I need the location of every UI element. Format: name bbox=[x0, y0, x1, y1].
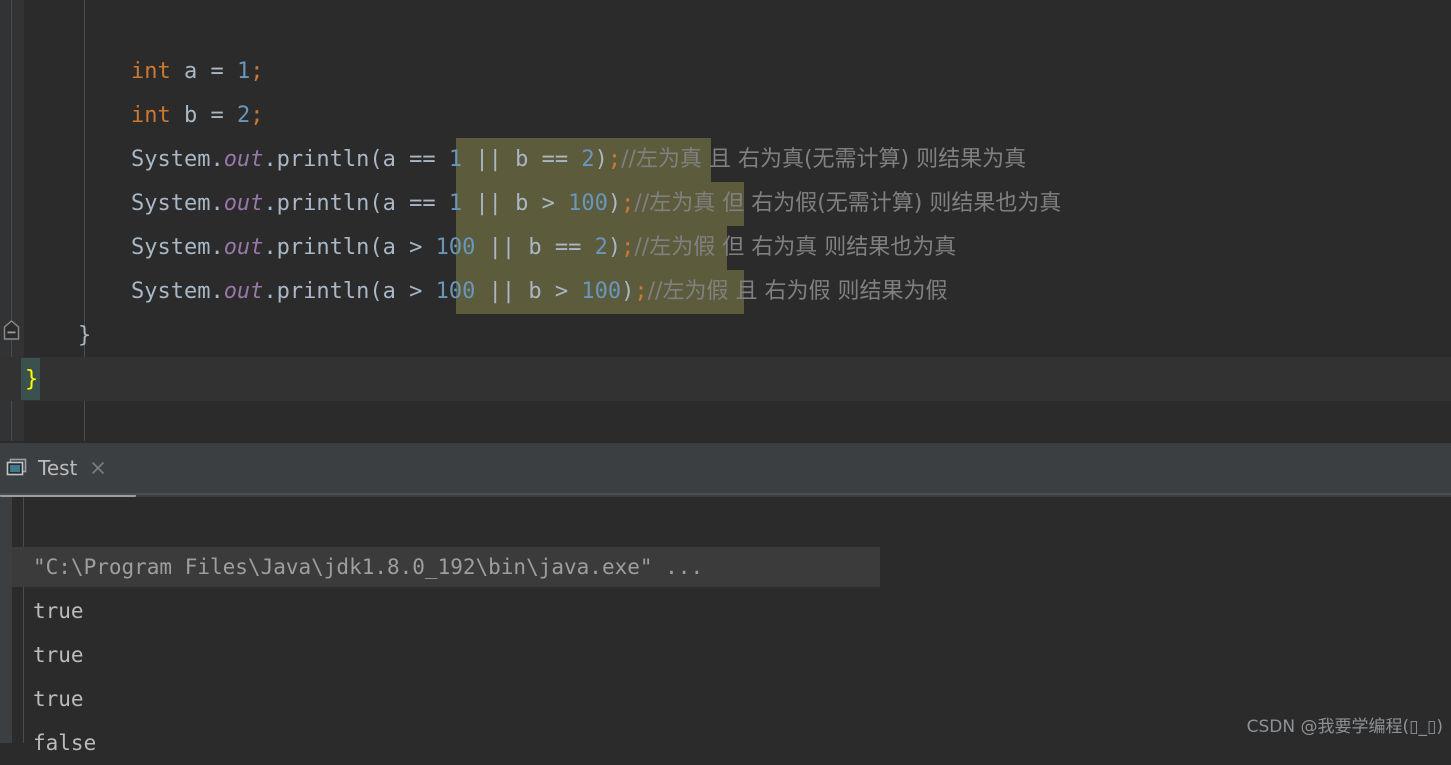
code-token: ) bbox=[621, 279, 635, 304]
code-token: == bbox=[409, 147, 449, 172]
code-token: //左为假 且 右为假 则结果为假 bbox=[647, 279, 948, 304]
run-tab-bar: Test bbox=[0, 443, 1451, 498]
code-token: b bbox=[528, 279, 555, 304]
code-line[interactable]: System.out.println(a == 1 || b == 2);//左… bbox=[0, 138, 1451, 182]
code-token: 1 bbox=[448, 191, 463, 216]
code-token: ) bbox=[607, 191, 622, 216]
console-gutter-divider bbox=[23, 497, 24, 743]
code-token: .println( bbox=[263, 191, 383, 216]
code-token: = bbox=[210, 59, 237, 84]
console-command-line: "C:\Program Files\Java\jdk1.8.0_192\bin\… bbox=[33, 555, 704, 579]
code-token: System. bbox=[130, 235, 224, 260]
code-token: System. bbox=[130, 191, 224, 216]
code-token: > bbox=[554, 279, 582, 304]
code-line-text: int b = 2; bbox=[25, 94, 264, 138]
run-tab-test[interactable]: Test bbox=[0, 443, 107, 493]
code-token: } bbox=[77, 323, 92, 348]
code-token: b bbox=[515, 191, 542, 216]
code-line-text: System.out.println(a > 100 || b == 2);//… bbox=[25, 226, 956, 270]
code-token: > bbox=[541, 191, 569, 216]
code-line-text: System.out.println(a > 100 || b > 100);/… bbox=[25, 270, 947, 314]
code-token: b bbox=[528, 235, 555, 260]
code-line-text: System.out.println(a == 1 || b > 100);//… bbox=[25, 182, 1061, 226]
code-token: > bbox=[409, 279, 436, 304]
code-token: .println( bbox=[263, 235, 383, 260]
tabbar-bottom-rule bbox=[0, 493, 1451, 495]
code-token: out bbox=[223, 235, 264, 260]
code-token: } bbox=[25, 367, 39, 392]
code-token: out bbox=[223, 191, 264, 216]
code-token: == bbox=[541, 147, 582, 172]
code-token: ; bbox=[634, 279, 648, 304]
code-token: a bbox=[382, 147, 410, 172]
console-output[interactable]: "C:\Program Files\Java\jdk1.8.0_192\bin\… bbox=[0, 497, 1451, 755]
console-output-line: false bbox=[33, 731, 97, 755]
code-line-text: } bbox=[25, 314, 91, 358]
code-token: == bbox=[409, 191, 449, 216]
code-token: 2 bbox=[594, 235, 608, 260]
code-token: System. bbox=[130, 279, 224, 304]
code-line[interactable]: int a = 1; bbox=[0, 50, 1451, 94]
code-token: .println( bbox=[263, 279, 383, 304]
code-token: || bbox=[462, 191, 516, 216]
code-token: //左为假 但 右为真 则结果也为真 bbox=[634, 235, 957, 260]
code-token: || bbox=[475, 279, 529, 304]
code-token: || bbox=[462, 147, 516, 172]
code-token: ) bbox=[607, 235, 622, 260]
code-line[interactable]: System.out.println(a > 100 || b > 100);/… bbox=[0, 270, 1451, 314]
code-token: ; bbox=[250, 103, 264, 128]
code-token: = bbox=[210, 103, 237, 128]
code-token: int bbox=[130, 103, 171, 128]
code-lines-container[interactable]: int a = 1; int b = 2; System.out.println… bbox=[0, 0, 1451, 441]
code-token: 1 bbox=[448, 147, 463, 172]
code-token: out bbox=[223, 147, 264, 172]
code-line-text: System.out.println(a == 1 || b == 2);//左… bbox=[25, 138, 1026, 182]
code-token: out bbox=[223, 279, 264, 304]
ide-window: int a = 1; int b = 2; System.out.println… bbox=[0, 0, 1451, 755]
code-token: 2 bbox=[581, 147, 595, 172]
code-token: int bbox=[130, 59, 171, 84]
code-line[interactable]: int b = 2; bbox=[0, 94, 1451, 138]
code-token: .println( bbox=[263, 147, 383, 172]
code-token: 100 bbox=[581, 279, 622, 304]
code-token: || bbox=[475, 235, 529, 260]
code-token: 100 bbox=[435, 235, 476, 260]
code-token: a bbox=[170, 59, 211, 84]
code-token: System. bbox=[130, 147, 224, 172]
code-token: 1 bbox=[236, 59, 251, 84]
code-token: ; bbox=[621, 191, 635, 216]
code-token: ; bbox=[621, 235, 635, 260]
code-line-text: } bbox=[25, 358, 38, 402]
console-output-line: true bbox=[33, 643, 84, 667]
code-token: b bbox=[515, 147, 542, 172]
run-tab-label: Test bbox=[38, 456, 78, 480]
run-tool-window: Test "C:\Program Files\Java\jdk1.8.0_192… bbox=[0, 441, 1451, 755]
code-line[interactable]: System.out.println(a == 1 || b > 100);//… bbox=[0, 182, 1451, 226]
code-token: a bbox=[382, 191, 410, 216]
code-editor[interactable]: int a = 1; int b = 2; System.out.println… bbox=[0, 0, 1451, 441]
code-token: > bbox=[409, 235, 436, 260]
code-line-text: int a = 1; bbox=[25, 50, 264, 94]
console-gutter bbox=[0, 497, 12, 743]
code-token: == bbox=[554, 235, 595, 260]
code-token: b bbox=[170, 103, 211, 128]
code-token: 2 bbox=[236, 103, 251, 128]
code-token: ) bbox=[594, 147, 608, 172]
csdn-watermark: CSDN @我要学编程(▯_▯) bbox=[1246, 717, 1443, 737]
console-output-line: true bbox=[33, 687, 84, 711]
code-token: 100 bbox=[435, 279, 476, 304]
code-line[interactable]: } bbox=[0, 314, 1451, 358]
console-output-line: true bbox=[33, 599, 84, 623]
code-token: 100 bbox=[568, 191, 608, 216]
code-token: ; bbox=[250, 59, 264, 84]
code-token: a bbox=[382, 279, 410, 304]
close-icon[interactable] bbox=[89, 459, 107, 477]
code-token: //左为真 且 右为真(无需计算) 则结果为真 bbox=[621, 147, 1027, 172]
run-configuration-icon bbox=[6, 458, 28, 478]
code-token: ; bbox=[607, 147, 622, 172]
code-line[interactable]: System.out.println(a > 100 || b == 2);//… bbox=[0, 226, 1451, 270]
code-token: a bbox=[382, 235, 410, 260]
code-line[interactable]: } bbox=[0, 358, 1451, 402]
code-token: //左为真 但 右为假(无需计算) 则结果也为真 bbox=[634, 191, 1062, 216]
